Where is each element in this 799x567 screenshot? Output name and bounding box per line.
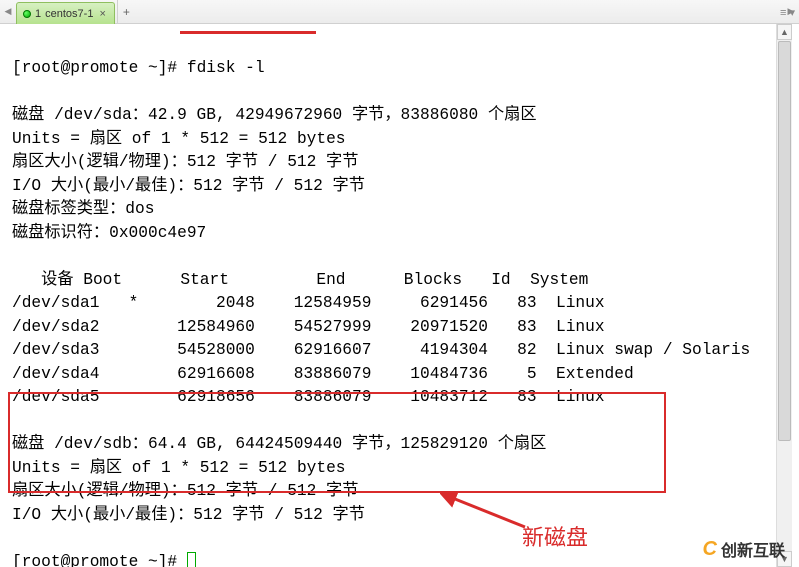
sdb-info-2: Units = 扇区 of 1 * 512 = 512 bytes	[12, 459, 346, 477]
tab-bar: ◀ 1 centos7-1 × + ▶ ≡ ▾	[0, 0, 799, 24]
partition-row-sda2: /dev/sda2 12584960 54527999 20971520 83 …	[12, 318, 605, 336]
prompt-line-2: [root@promote ~]#	[12, 553, 187, 567]
scrollbar[interactable]: ▲ ▼	[776, 24, 792, 567]
tab-centos7-1[interactable]: 1 centos7-1 ×	[16, 2, 115, 24]
sda-info-4: I/O 大小(最小/最佳)：512 字节 / 512 字节	[12, 177, 365, 195]
partition-row-sda5: /dev/sda5 62918656 83886079 10483712 83 …	[12, 388, 605, 406]
close-icon[interactable]: ×	[97, 8, 107, 20]
sda-info-6: 磁盘标识符：0x000c4e97	[12, 224, 206, 242]
sda-info-3: 扇区大小(逻辑/物理)：512 字节 / 512 字节	[12, 153, 358, 171]
terminal-output[interactable]: [root@promote ~]# fdisk -l 磁盘 /dev/sda：4…	[0, 24, 799, 567]
status-dot-icon	[23, 10, 31, 18]
sdb-info-1: 磁盘 /dev/sdb：64.4 GB, 64424509440 字节，1258…	[12, 435, 546, 453]
tab-nav-left[interactable]: ◀	[0, 0, 16, 23]
prompt-line: [root@promote ~]# fdisk -l	[12, 59, 265, 77]
sdb-info-3: 扇区大小(逻辑/物理)：512 字节 / 512 字节	[12, 482, 358, 500]
sdb-info-4: I/O 大小(最小/最佳)：512 字节 / 512 字节	[12, 506, 365, 524]
tab-index: 1	[35, 8, 41, 20]
partition-row-sda3: /dev/sda3 54528000 62916607 4194304 82 L…	[12, 341, 750, 359]
scroll-thumb[interactable]	[778, 41, 791, 441]
tab-add-button[interactable]: +	[117, 0, 135, 23]
sda-info-5: 磁盘标签类型：dos	[12, 200, 154, 218]
tab-menu-button[interactable]: ≡ ▾	[780, 0, 795, 24]
partition-row-sda1: /dev/sda1 * 2048 12584959 6291456 83 Lin…	[12, 294, 605, 312]
partition-row-sda4: /dev/sda4 62916608 83886079 10484736 5 E…	[12, 365, 634, 383]
sda-info-2: Units = 扇区 of 1 * 512 = 512 bytes	[12, 130, 346, 148]
cursor-icon	[187, 552, 196, 567]
sda-info-1: 磁盘 /dev/sda：42.9 GB, 42949672960 字节，8388…	[12, 106, 537, 124]
scroll-up-button[interactable]: ▲	[777, 24, 792, 40]
scroll-down-button[interactable]: ▼	[777, 551, 792, 567]
command-underline-annotation	[180, 31, 316, 34]
partition-header: 设备 Boot Start End Blocks Id System	[12, 271, 588, 289]
new-disk-label: 新磁盘	[522, 520, 588, 552]
tab-title: centos7-1	[45, 8, 93, 20]
